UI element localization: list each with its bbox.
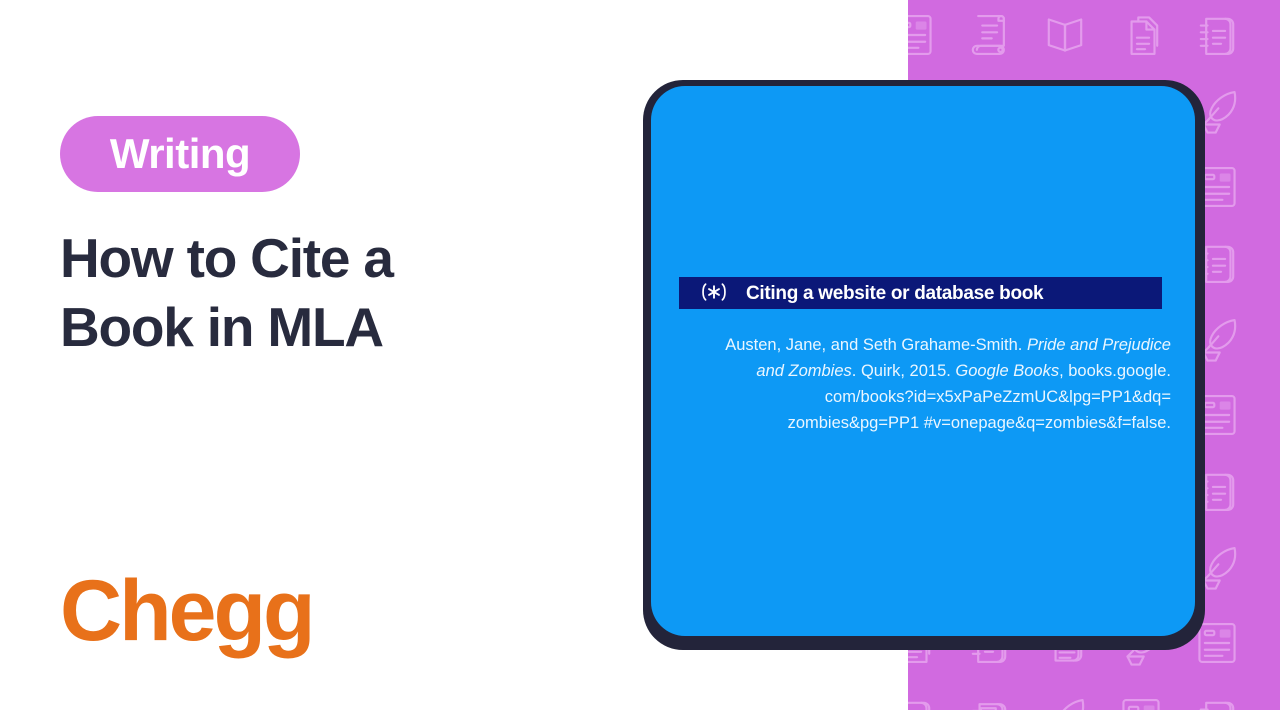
citation-line2-source: Google Books xyxy=(955,362,1060,381)
citation-line1-plain: Austen, Jane, and Seth Grahame-Smith. xyxy=(725,336,1027,354)
article-document-icon xyxy=(1114,692,1168,710)
citation-line: and Zombies. Quirk, 2015. Google Books, … xyxy=(671,358,1171,384)
citation-line3: com/books?id=x5xPaPeZzmUC&lpg=PP1&dq= xyxy=(824,388,1171,407)
page-title: How to Cite a Book in MLA xyxy=(60,227,394,359)
notebook-icon xyxy=(1190,692,1244,710)
notebook-icon xyxy=(1190,8,1244,62)
citation-text: Austen, Jane, and Seth Grahame-Smith. Pr… xyxy=(671,332,1171,436)
quill-pen-inkwell-icon xyxy=(1038,692,1092,710)
asterisk-in-parentheses-icon xyxy=(697,282,731,304)
citation-line2-plain: . Quirk, 2015. xyxy=(851,362,956,381)
article-document-icon xyxy=(908,8,940,62)
copy-pages-icon xyxy=(1114,8,1168,62)
slide-canvas: Writing How to Cite a Book in MLA Chegg … xyxy=(0,0,1280,720)
category-badge-label: Writing xyxy=(109,130,251,177)
open-book-icon xyxy=(1038,8,1092,62)
citation-line1-title: Pride and Prejudice xyxy=(1026,336,1171,354)
card-header-title: Citing a website or database book xyxy=(746,282,1044,304)
slide-card: Citing a website or database book Austen… xyxy=(651,86,1195,636)
citation-line2-url-start: , books.google. xyxy=(1059,362,1171,381)
brand-logo-chegg: Chegg xyxy=(60,563,316,659)
speech-bubble-note-icon xyxy=(962,692,1016,710)
card-header-bar: Citing a website or database book xyxy=(679,277,1162,309)
citation-line2-title: and Zombies xyxy=(756,362,852,381)
category-badge: Writing xyxy=(60,116,300,192)
notebook-icon xyxy=(908,692,940,710)
citation-line4: zombies&pg=PP1 #v=onepage&q=zombies&f=fa… xyxy=(787,414,1171,433)
scroll-icon xyxy=(962,8,1016,62)
citation-line: Austen, Jane, and Seth Grahame-Smith. Pr… xyxy=(671,332,1171,358)
